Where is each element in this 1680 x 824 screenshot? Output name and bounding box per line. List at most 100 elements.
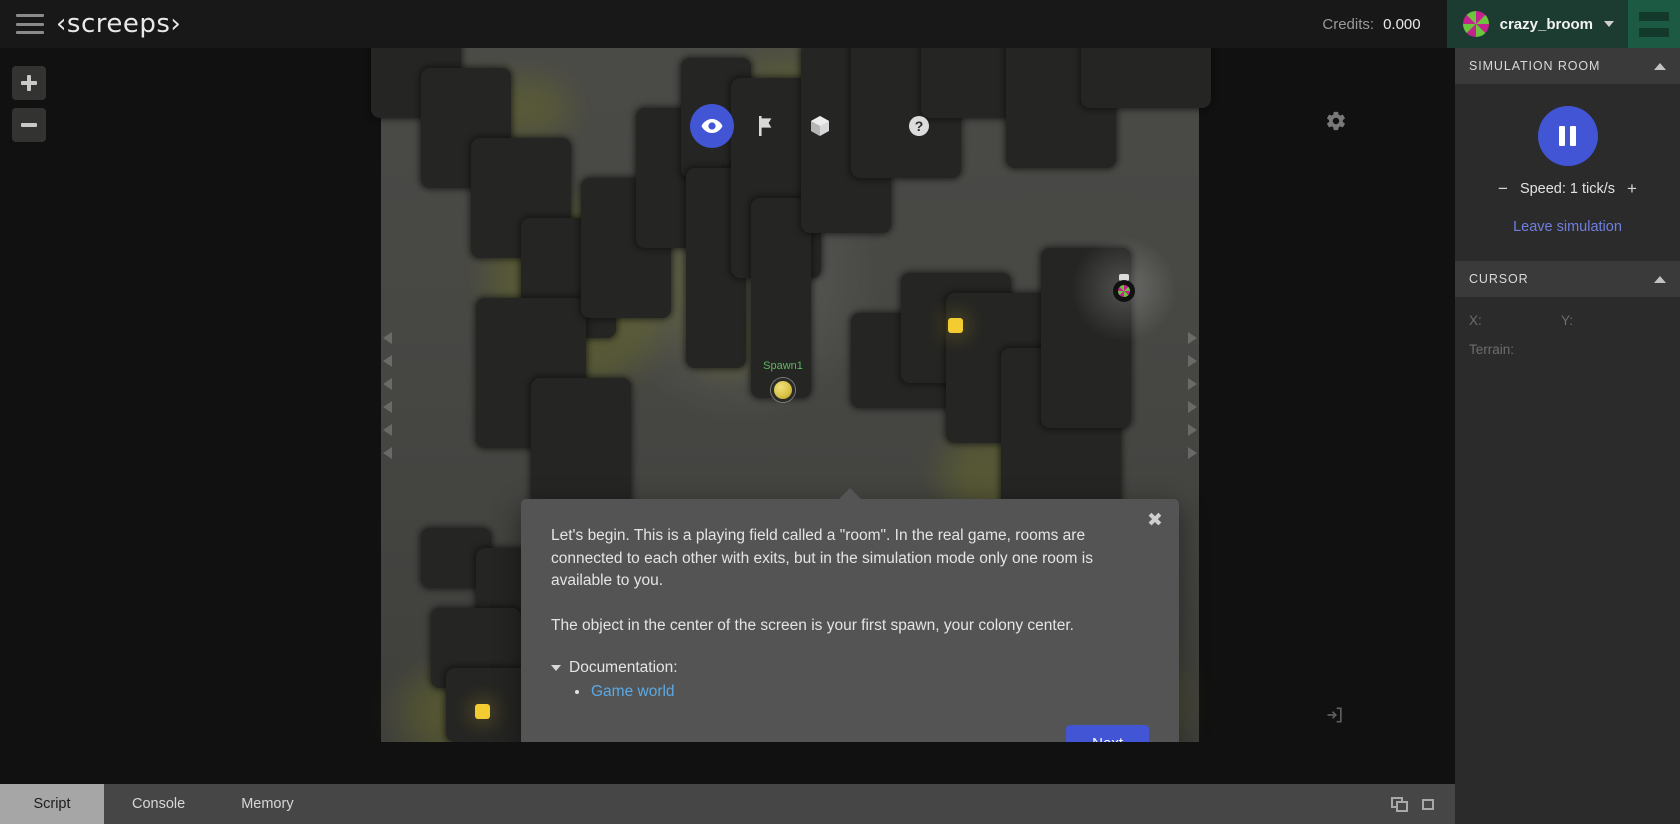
creep-body [1113,280,1135,302]
doc-link-game-world[interactable]: Game world [591,683,675,700]
hamburger-bar [16,14,44,17]
bottom-tab-bar: Script Console Memory [0,784,1455,824]
cube-icon [811,116,829,136]
zoom-in-button[interactable] [12,66,46,100]
map-settings-button[interactable] [1325,110,1347,137]
spawn-object[interactable]: Spawn1 [763,360,803,402]
minus-icon [21,117,37,133]
next-button[interactable]: Next [1066,725,1149,742]
hamburger-icon[interactable] [16,14,44,34]
spawn-disc [771,378,795,402]
exit-arrow-icon [383,423,392,436]
exit-arrow-icon [1188,331,1197,344]
exit-arrow-icon [383,377,392,390]
room-exit-right[interactable] [1186,48,1199,742]
cursor-panel-body: X: Y: Terrain: [1455,297,1680,387]
cursor-terrain-row: Terrain: [1469,342,1666,357]
map-toolbar: ? [690,104,941,148]
chevron-down-icon [1604,21,1614,27]
main-menu-icon[interactable] [1628,0,1680,48]
menu-bar [1639,27,1669,37]
screeps-app: ‹screeps› Credits: 0.000 crazy_broom Spa… [0,0,1680,824]
chevron-up-icon [1654,275,1666,283]
credits-label: Credits: [1322,15,1375,33]
tutorial-paragraph-1: Let's begin. This is a playing field cal… [551,527,1093,589]
pause-button[interactable] [1537,106,1598,166]
exit-arrow-icon [1188,400,1197,413]
simulation-panel-title: SIMULATION ROOM [1469,59,1601,73]
room-exit-left[interactable] [381,48,394,742]
svg-text:?: ? [915,118,924,134]
cursor-y-label: Y: [1561,313,1574,328]
exit-arrow-icon [383,446,392,459]
user-menu[interactable]: crazy_broom [1446,0,1628,48]
app-logo[interactable]: ‹screeps› [56,9,181,39]
tab-console[interactable]: Console [104,784,213,824]
speed-increase-button[interactable]: + [1627,180,1637,197]
tutorial-paragraph-2: The object in the center of the screen i… [551,616,1074,634]
zoom-out-button[interactable] [12,108,46,142]
plus-icon [21,75,37,91]
list-item: Game world [575,681,1149,703]
top-bar: ‹screeps› Credits: 0.000 crazy_broom [0,0,1680,48]
exit-arrow-icon [1188,446,1197,459]
exit-arrow-icon [1188,423,1197,436]
close-icon[interactable]: ✖ [1144,509,1166,531]
username-label: crazy_broom [1499,15,1593,33]
zoom-controls [12,66,46,150]
exit-arrow-icon [1188,377,1197,390]
energy-source[interactable] [475,704,490,719]
cursor-panel-title: CURSOR [1469,272,1529,286]
menu-bar [1639,11,1669,21]
energy-source[interactable] [948,318,963,333]
wall-block [531,378,631,508]
simulation-panel-header[interactable]: SIMULATION ROOM [1455,48,1680,84]
popout-window-icon[interactable] [1391,796,1408,812]
cursor-coordinates-row: X: Y: [1469,313,1666,328]
simulation-panel-body: − Speed: 1 tick/s + Leave simulation [1455,84,1680,261]
eye-icon [701,119,723,133]
tab-memory[interactable]: Memory [213,784,321,824]
documentation-toggle[interactable]: Documentation: [551,659,1149,677]
cursor-terrain-label: Terrain: [1469,342,1515,357]
speed-control: − Speed: 1 tick/s + [1469,180,1666,197]
exit-arrow-icon [383,331,392,344]
avatar [1462,11,1489,37]
exit-arrow-icon [383,400,392,413]
wall-block [1081,48,1211,108]
documentation-links: Game world [575,681,1149,703]
credits-display: Credits: 0.000 [1322,16,1420,33]
tab-script[interactable]: Script [0,784,104,824]
tutorial-dialog: ✖ Let's begin. This is a playing field c… [521,488,1179,742]
chevron-up-icon [1654,62,1666,70]
tool-help-button[interactable]: ? [897,104,941,148]
speed-decrease-button[interactable]: − [1498,180,1508,197]
pause-icon-bar [1570,126,1576,146]
exit-arrow-icon [1188,354,1197,367]
tool-eye-button[interactable] [690,104,734,148]
right-sidebar: SIMULATION ROOM − Speed: 1 tick/s + Leav… [1455,48,1680,824]
speed-label: Speed: 1 tick/s [1519,180,1616,197]
cursor-x-label: X: [1469,313,1482,328]
triangle-down-icon [551,665,561,671]
room-viewport[interactable]: Spawn1 ? ✖ Let's begin. This is a playin… [0,48,1455,742]
gear-icon [1327,111,1345,131]
creep-object[interactable] [1069,234,1179,344]
enter-room-button[interactable] [1325,705,1345,730]
owner-badge-icon [1118,285,1130,297]
hamburger-bar [16,31,44,34]
cursor-panel-header[interactable]: CURSOR [1455,261,1680,297]
hamburger-bar [16,22,44,26]
tool-flag-button[interactable] [744,104,788,148]
editor-placeholder [0,742,1455,784]
pause-icon-bar [1559,126,1565,146]
tool-construct-button[interactable] [798,104,842,148]
help-icon: ? [909,116,929,136]
flag-icon [759,116,772,136]
enter-room-icon [1327,707,1342,723]
leave-simulation-link[interactable]: Leave simulation [1469,219,1666,235]
spawn-label: Spawn1 [763,360,803,372]
window-controls [1391,784,1455,824]
single-window-icon[interactable] [1420,797,1437,812]
exit-arrow-icon [383,354,392,367]
